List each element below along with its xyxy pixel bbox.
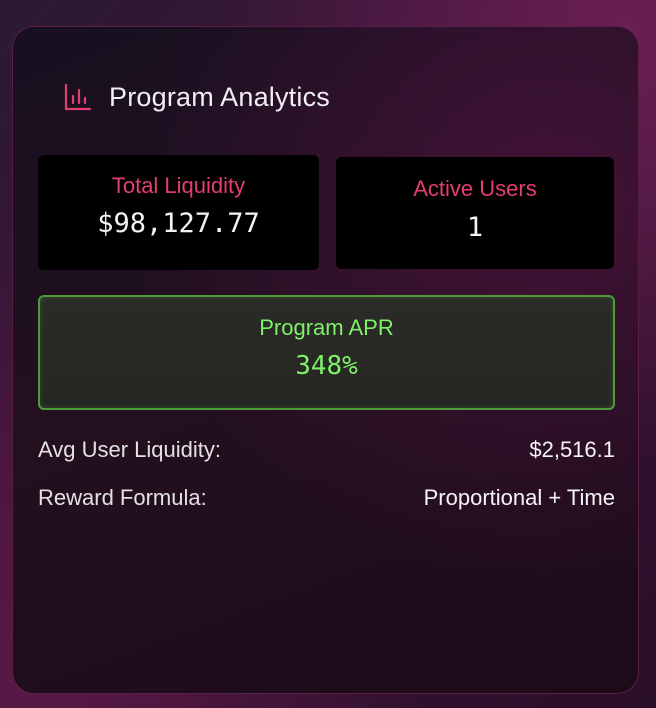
bar-chart-icon bbox=[63, 82, 93, 112]
program-apr-label: Program APR bbox=[259, 315, 394, 340]
total-liquidity-value: $98,127.77 bbox=[97, 208, 260, 239]
program-analytics-panel: Program Analytics Total Liquidity $98,12… bbox=[12, 26, 639, 694]
total-liquidity-card: Total Liquidity $98,127.77 bbox=[38, 155, 319, 270]
active-users-label: Active Users bbox=[413, 176, 537, 201]
avg-user-liquidity-label: Avg User Liquidity: bbox=[38, 437, 222, 462]
program-apr-card: Program APR 348% bbox=[38, 295, 615, 410]
panel-header: Program Analytics bbox=[63, 79, 330, 115]
active-users-value: 1 bbox=[466, 212, 484, 243]
reward-formula-value: Proportional + Time bbox=[423, 485, 615, 510]
reward-formula-row: Reward Formula: Proportional + Time bbox=[38, 485, 615, 511]
reward-formula-label: Reward Formula: bbox=[38, 485, 207, 510]
total-liquidity-label: Total Liquidity bbox=[111, 173, 246, 198]
avg-user-liquidity-value: $2,516.1 bbox=[529, 437, 615, 462]
active-users-card: Active Users 1 bbox=[336, 157, 614, 269]
program-apr-value: 348% bbox=[295, 351, 358, 381]
panel-title: Program Analytics bbox=[109, 81, 330, 112]
avg-user-liquidity-row: Avg User Liquidity: $2,516.1 bbox=[38, 437, 615, 463]
